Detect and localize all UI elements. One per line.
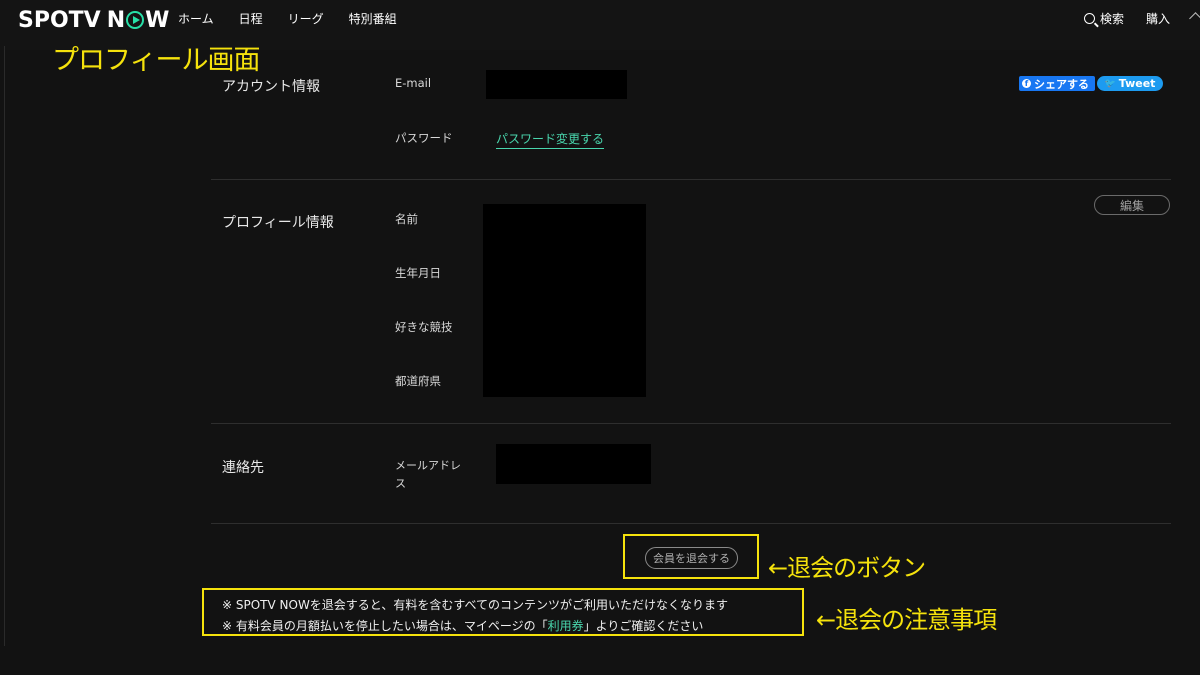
notice-2-text-end: 」よりご確認ください: [583, 619, 704, 633]
profile-values-redacted: [483, 204, 646, 397]
header-actions: 検索 購入: [1083, 10, 1170, 27]
search-label: 検索: [1099, 12, 1124, 26]
nav-item-league[interactable]: リーグ: [288, 10, 324, 27]
favorite-sport-label: 好きな競技: [395, 320, 453, 334]
email-label: E-mail: [395, 76, 432, 90]
logo-now: N W: [107, 8, 170, 33]
facebook-share-label: シェアする: [1034, 77, 1089, 91]
mail-address-label: メールアドレス: [395, 459, 461, 490]
password-label: パスワード: [395, 131, 453, 145]
nav-item-schedule[interactable]: 日程: [239, 10, 263, 27]
withdraw-notice-2: ※ 有料会員の月額払いを停止したい場合は、マイページの「利用券」よりご確認くださ…: [222, 617, 703, 634]
sidebar-divider: [4, 46, 5, 646]
section-divider: [211, 179, 1171, 180]
logo-text-spotv: SPOTV: [18, 7, 101, 33]
chevron-icon[interactable]: [1189, 12, 1200, 25]
mail-address-redacted: [496, 444, 651, 484]
play-icon: [126, 11, 145, 29]
section-divider: [211, 423, 1171, 424]
withdraw-notice-1: ※ SPOTV NOWを退会すると、有料を含むすべてのコンテンツがご利用いただけ…: [222, 598, 729, 612]
annotation-withdraw-button: ←退会のボタン: [768, 554, 926, 582]
birthdate-label: 生年月日: [395, 266, 441, 280]
main-nav: ホーム 日程 リーグ 特別番組: [178, 10, 422, 27]
search-button[interactable]: 検索: [1083, 10, 1124, 27]
logo-text-n: N: [106, 7, 126, 33]
contact-section-title: 連絡先: [222, 460, 264, 476]
section-divider: [211, 523, 1171, 524]
prefecture-label: 都道府県: [395, 374, 441, 388]
change-password-link[interactable]: パスワード変更する: [496, 130, 605, 149]
facebook-share-button[interactable]: f シェアする: [1019, 76, 1095, 91]
logo-text-w: W: [145, 7, 170, 33]
name-label: 名前: [395, 212, 418, 226]
account-section-title: アカウント情報: [222, 79, 320, 95]
withdraw-membership-button[interactable]: 会員を退会する: [645, 547, 738, 569]
email-value-redacted: [486, 70, 627, 99]
tweet-label: Tweet: [1118, 77, 1156, 90]
nav-item-special[interactable]: 特別番組: [349, 10, 397, 27]
purchase-link[interactable]: 購入: [1146, 10, 1170, 27]
twitter-icon: 🐦: [1104, 78, 1116, 89]
facebook-icon: f: [1022, 79, 1031, 88]
profile-section-title: プロフィール情報: [222, 215, 334, 231]
tweet-button[interactable]: 🐦 Tweet: [1097, 76, 1163, 91]
search-icon: [1083, 13, 1095, 24]
annotation-title: プロフィール画面: [52, 45, 260, 76]
notice-2-text: ※ 有料会員の月額払いを停止したい場合は、マイページの「: [222, 619, 548, 633]
spotv-now-logo[interactable]: SPOTV N W: [18, 6, 169, 34]
nav-item-home[interactable]: ホーム: [178, 10, 214, 27]
annotation-notice: ←退会の注意事項: [816, 606, 997, 634]
ticket-link[interactable]: 利用券: [548, 619, 584, 633]
edit-profile-button[interactable]: 編集: [1094, 195, 1170, 215]
